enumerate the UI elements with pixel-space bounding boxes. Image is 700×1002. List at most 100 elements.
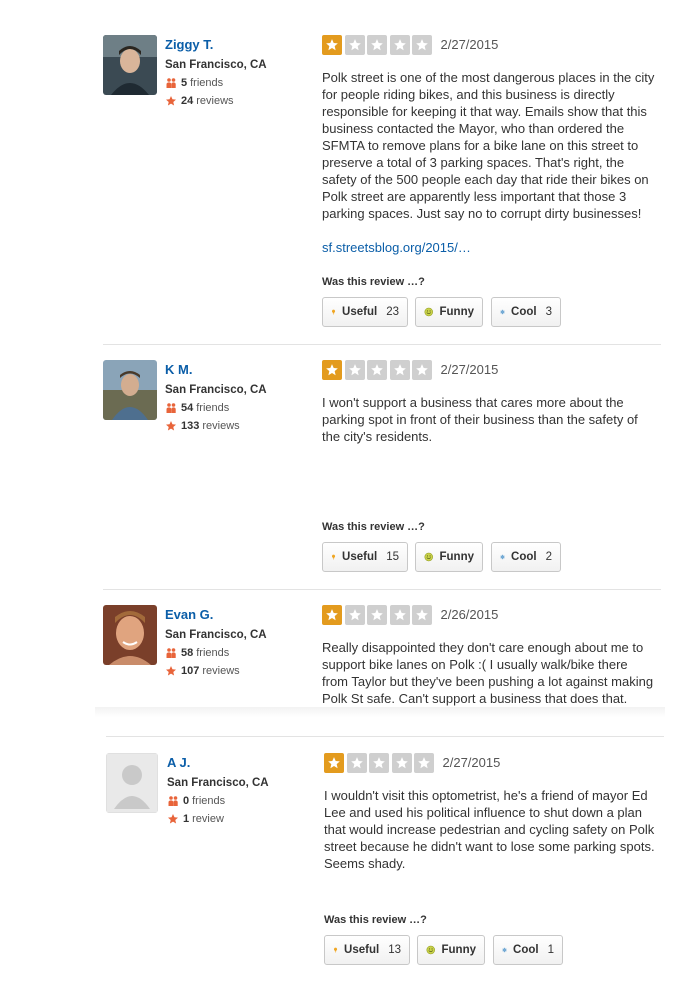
divider — [106, 736, 664, 737]
snowflake-icon — [500, 303, 505, 321]
friends-count: 58 friends — [165, 646, 305, 660]
review-count: 1 review — [167, 812, 307, 826]
star-icon — [344, 605, 365, 625]
cool-count: 1 — [547, 944, 554, 956]
star-icon — [322, 360, 342, 380]
review-body: Polk street is one of the most dangerous… — [322, 70, 655, 221]
useful-count: 15 — [386, 551, 399, 563]
cool-label: Cool — [511, 551, 537, 563]
user-name-link[interactable]: Evan G. — [165, 607, 305, 623]
review-text: Really disappointed they don't care enou… — [322, 639, 657, 707]
star-icon — [412, 605, 432, 625]
user-location: San Francisco, CA — [165, 59, 267, 71]
star-icon — [412, 35, 432, 55]
user-name-link[interactable]: A J. — [167, 755, 307, 771]
review-star-icon — [165, 95, 177, 107]
useful-label: Useful — [342, 306, 378, 318]
user-avatar[interactable] — [106, 753, 158, 813]
review-date: 2/26/2015 — [440, 607, 499, 622]
review-text: Polk street is one of the most dangerous… — [322, 69, 657, 256]
cool-count: 2 — [545, 551, 552, 563]
review-count: 133 reviews — [165, 419, 305, 433]
user-info: Ziggy T. San Francisco, CA 5 friends 24 re… — [165, 37, 305, 108]
user-info: A J. San Francisco, CA 0 friends 1 review — [167, 755, 307, 826]
star-icon — [346, 753, 367, 773]
section-shadow — [95, 707, 665, 717]
avatar-photo-icon — [103, 605, 157, 665]
snowflake-icon — [502, 941, 507, 959]
review-text: I won't support a business that cares mo… — [322, 394, 657, 445]
snowflake-icon — [500, 548, 505, 566]
cool-button[interactable]: Cool 1 — [493, 935, 563, 965]
star-icon — [367, 605, 387, 625]
useful-count: 13 — [388, 944, 401, 956]
friends-count: 5 friends — [165, 76, 305, 90]
friends-icon — [165, 402, 177, 414]
user-info: Evan G. San Francisco, CA 58 friends 107 r… — [165, 607, 305, 678]
user-avatar[interactable] — [103, 605, 157, 665]
funny-label: Funny — [441, 944, 477, 956]
star-rating: 2/27/2015 — [322, 360, 498, 380]
lightbulb-icon — [331, 303, 336, 321]
useful-label: Useful — [344, 944, 380, 956]
star-icon — [344, 360, 365, 380]
star-icon — [322, 605, 342, 625]
useful-count: 23 — [386, 306, 399, 318]
friends-count: 0 friends — [167, 794, 307, 808]
avatar-photo-icon — [103, 360, 157, 420]
funny-button[interactable]: Funny — [415, 542, 483, 572]
review-text: I wouldn't visit this optometrist, he's … — [324, 787, 659, 872]
user-location: San Francisco, CA — [167, 777, 269, 789]
star-icon — [389, 35, 410, 55]
useful-button[interactable]: Useful 23 — [322, 297, 408, 327]
avatar-photo-icon — [103, 35, 157, 95]
divider — [103, 589, 661, 590]
star-rating: 2/27/2015 — [322, 35, 498, 55]
cool-button[interactable]: Cool 3 — [491, 297, 561, 327]
vote-prompt: Was this review …? — [322, 276, 425, 288]
star-icon — [391, 753, 412, 773]
funny-button[interactable]: Funny — [417, 935, 485, 965]
funny-label: Funny — [439, 306, 475, 318]
review-star-icon — [167, 813, 179, 825]
default-avatar-icon — [106, 753, 158, 813]
review-count: 107 reviews — [165, 664, 305, 678]
user-name-link[interactable]: Ziggy T. — [165, 37, 305, 53]
star-icon — [389, 360, 410, 380]
star-icon — [324, 753, 344, 773]
smiley-icon — [426, 941, 436, 959]
user-avatar[interactable] — [103, 360, 157, 420]
review-date: 2/27/2015 — [440, 362, 499, 377]
review-body: I won't support a business that cares mo… — [322, 395, 638, 444]
cool-count: 3 — [545, 306, 552, 318]
useful-button[interactable]: Useful 13 — [324, 935, 410, 965]
review-star-icon — [165, 665, 177, 677]
useful-button[interactable]: Useful 15 — [322, 542, 408, 572]
review-count: 24 reviews — [165, 94, 305, 108]
user-name-link[interactable]: K M. — [165, 362, 305, 378]
star-icon — [414, 753, 434, 773]
review-body: I wouldn't visit this optometrist, he's … — [324, 788, 655, 871]
user-location: San Francisco, CA — [165, 629, 267, 641]
funny-button[interactable]: Funny — [415, 297, 483, 327]
vote-prompt: Was this review …? — [322, 521, 425, 533]
star-icon — [367, 360, 387, 380]
review-date: 2/27/2015 — [440, 37, 499, 52]
user-info: K M. San Francisco, CA 54 friends 133 revi… — [165, 362, 305, 433]
review-body: Really disappointed they don't care enou… — [322, 640, 654, 706]
review-star-icon — [165, 420, 177, 432]
star-icon — [322, 35, 342, 55]
star-icon — [412, 360, 432, 380]
review-date: 2/27/2015 — [442, 755, 501, 770]
user-avatar[interactable] — [103, 35, 157, 95]
vote-prompt: Was this review …? — [324, 914, 427, 926]
star-icon — [369, 753, 389, 773]
cool-label: Cool — [511, 306, 537, 318]
star-rating: 2/27/2015 — [324, 753, 500, 773]
lightbulb-icon — [333, 941, 338, 959]
star-icon — [389, 605, 410, 625]
smiley-icon — [424, 548, 434, 566]
review-link[interactable]: sf.streetsblog.org/2015/… — [322, 239, 657, 256]
friends-icon — [167, 795, 179, 807]
cool-button[interactable]: Cool 2 — [491, 542, 561, 572]
